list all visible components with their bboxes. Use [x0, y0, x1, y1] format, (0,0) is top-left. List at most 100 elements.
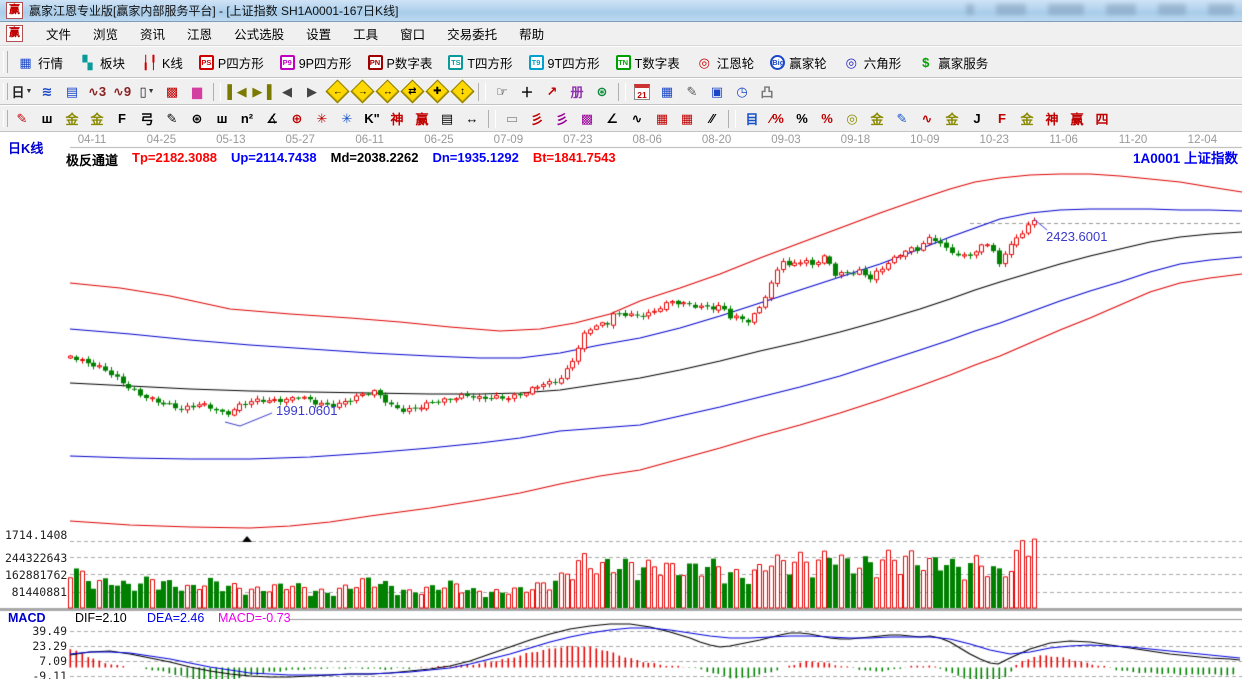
comb-icon[interactable]: ш	[35, 107, 59, 130]
toolbar-button-T四方形[interactable]: TST四方形	[441, 50, 519, 75]
ruler-123-icon[interactable]: ▤	[435, 107, 459, 130]
toolbar-button-9T四方形[interactable]: T99T四方形	[522, 50, 607, 75]
f-comb-icon[interactable]: F	[110, 107, 134, 130]
toolbar-button-板块[interactable]: ▚板块	[72, 50, 132, 75]
arrow-lr-icon[interactable]: ↔	[460, 107, 484, 130]
candle-style-icon[interactable]: ▯▼	[135, 80, 159, 103]
diamond-vexpand-icon[interactable]: ↕	[450, 80, 474, 103]
diamond-hexpand-icon[interactable]: ↔	[375, 80, 399, 103]
diamond-hcompress-icon[interactable]: ⇄	[400, 80, 424, 103]
indicator-name[interactable]: 极反通道	[66, 150, 118, 169]
macd-pane-label[interactable]: MACD	[8, 611, 46, 625]
red-pattern-icon[interactable]: ▩	[160, 80, 184, 103]
menu-item-设置[interactable]: 设置	[295, 22, 342, 45]
menu-item-江恩[interactable]: 江恩	[176, 22, 223, 45]
diamond-left-icon[interactable]: ←	[325, 80, 349, 103]
angle-a-icon[interactable]: ∡	[260, 107, 284, 130]
pencil-red-icon[interactable]: ✎	[10, 107, 34, 130]
hand-icon[interactable]: ☞	[490, 80, 514, 103]
chart-canvas[interactable]	[0, 132, 1242, 679]
f-angle-icon[interactable]: F	[990, 107, 1014, 130]
next-icon[interactable]: ▶	[300, 80, 324, 103]
crosshair-icon[interactable]: ＋	[515, 80, 539, 103]
gold-line-icon[interactable]: 金	[865, 107, 889, 130]
zoom-trend-icon[interactable]: ↗	[540, 80, 564, 103]
trend-angle-icon[interactable]: ∠	[600, 107, 624, 130]
wave-check-icon[interactable]: ∿	[625, 107, 649, 130]
pct-line-icon[interactable]: %	[815, 107, 839, 130]
gold-comb2-icon[interactable]: 金	[85, 107, 109, 130]
diamond-right-icon[interactable]: →	[350, 80, 374, 103]
gold-circle-icon[interactable]: ◎	[840, 107, 864, 130]
web-red-icon[interactable]: ✳	[310, 107, 334, 130]
grid-box-red-icon[interactable]: ▦	[675, 107, 699, 130]
four-angle-icon[interactable]: 四	[1090, 107, 1114, 130]
web-box-purple-icon[interactable]: ▩	[575, 107, 599, 130]
menu-item-帮助[interactable]: 帮助	[508, 22, 555, 45]
comb2-icon[interactable]: ш	[210, 107, 234, 130]
toolbar-button-P四方形[interactable]: PSP四方形	[192, 50, 271, 75]
frame-gray-icon[interactable]: ▭	[500, 107, 524, 130]
toolbar-button-六角形[interactable]: ◎六角形	[836, 50, 909, 75]
diamond-expand-all-icon[interactable]: ✚	[425, 80, 449, 103]
calculator-icon[interactable]: ▦	[655, 80, 679, 103]
pencil-grid-icon[interactable]: ✎	[160, 107, 184, 130]
save-clock-icon[interactable]: ◷	[730, 80, 754, 103]
prev-icon[interactable]: ◀	[275, 80, 299, 103]
save-icon[interactable]: ▣	[705, 80, 729, 103]
target-red-icon[interactable]: ⊕	[285, 107, 309, 130]
parallel-lines-icon[interactable]: ⁄⁄	[700, 107, 724, 130]
calendar-21-icon[interactable]: 21	[630, 80, 654, 103]
win-red-icon[interactable]: 赢	[410, 107, 434, 130]
menu-item-资讯[interactable]: 资讯	[129, 22, 176, 45]
zigzag-chart-icon[interactable]: ≋	[35, 80, 59, 103]
gold-angle2-icon[interactable]: 金	[1015, 107, 1039, 130]
menu-item-工具[interactable]: 工具	[342, 22, 389, 45]
symbol-label[interactable]: 1A0001 上证指数	[1133, 147, 1238, 167]
fan-red-icon[interactable]: 彡	[525, 107, 549, 130]
toolbar-button-赢家服务[interactable]: $赢家服务	[910, 50, 995, 75]
k-quote-icon[interactable]: K"	[360, 107, 384, 130]
gold-angle-icon[interactable]: 金	[940, 107, 964, 130]
toolbar-button-P数字表[interactable]: PNP数字表	[361, 50, 440, 75]
last-page-icon[interactable]: ▶▐	[250, 80, 274, 103]
grid-red-icon[interactable]: ▦	[650, 107, 674, 130]
fan-purple-icon[interactable]: 彡	[550, 107, 574, 130]
toolbar-button-江恩轮[interactable]: ◎江恩轮	[689, 50, 762, 75]
color-histogram-icon[interactable]: ▆	[185, 80, 209, 103]
toolbar-button-K线[interactable]: ╽╿K线	[134, 50, 190, 75]
menu-item-交易委托[interactable]: 交易委托	[436, 22, 508, 45]
toolbar-button-T数字表[interactable]: TNT数字表	[609, 50, 687, 75]
j-angle-icon[interactable]: J	[965, 107, 989, 130]
wave-red-icon[interactable]: ∿	[915, 107, 939, 130]
purple-grid-icon[interactable]: 册	[565, 80, 589, 103]
shen-red-icon[interactable]: 神	[385, 107, 409, 130]
menu-item-文件[interactable]: 文件	[35, 22, 82, 45]
period-label[interactable]: 日K线	[8, 138, 43, 157]
child-window-icon[interactable]: 赢	[6, 25, 23, 42]
toolbar-button-赢家轮[interactable]: Big赢家轮	[763, 50, 834, 75]
bars-9-icon[interactable]: ∿9	[110, 80, 134, 103]
pencil-blue-icon[interactable]: ✎	[890, 107, 914, 130]
notepad-icon[interactable]: ✎	[680, 80, 704, 103]
gann-circle-icon[interactable]: ⊛	[185, 107, 209, 130]
n2-icon[interactable]: n²	[235, 107, 259, 130]
eye-chart-icon[interactable]: 目	[740, 107, 764, 130]
spiral-icon[interactable]: 弓	[135, 107, 159, 130]
menu-item-窗口[interactable]: 窗口	[389, 22, 436, 45]
pct-icon[interactable]: %	[790, 107, 814, 130]
first-page-icon[interactable]: ▌◀	[225, 80, 249, 103]
quote-list-icon[interactable]: ▤	[60, 80, 84, 103]
menu-item-浏览[interactable]: 浏览	[82, 22, 129, 45]
toolbar-button-行情[interactable]: ▦行情	[10, 50, 70, 75]
win-angle-icon[interactable]: 赢	[1065, 107, 1089, 130]
green-cloud-icon[interactable]: ⊛	[590, 80, 614, 103]
web-blue-icon[interactable]: ✳	[335, 107, 359, 130]
menu-item-公式选股[interactable]: 公式选股	[223, 22, 295, 45]
gold-comb-icon[interactable]: 金	[60, 107, 84, 130]
toolbar-button-9P四方形[interactable]: P99P四方形	[273, 50, 359, 75]
seven-pct-icon[interactable]: ⁄%	[765, 107, 789, 130]
window-layout-icon[interactable]: 日▼	[10, 80, 34, 103]
print-icon[interactable]: 凸	[755, 80, 779, 103]
shen-angle-icon[interactable]: 神	[1040, 107, 1064, 130]
